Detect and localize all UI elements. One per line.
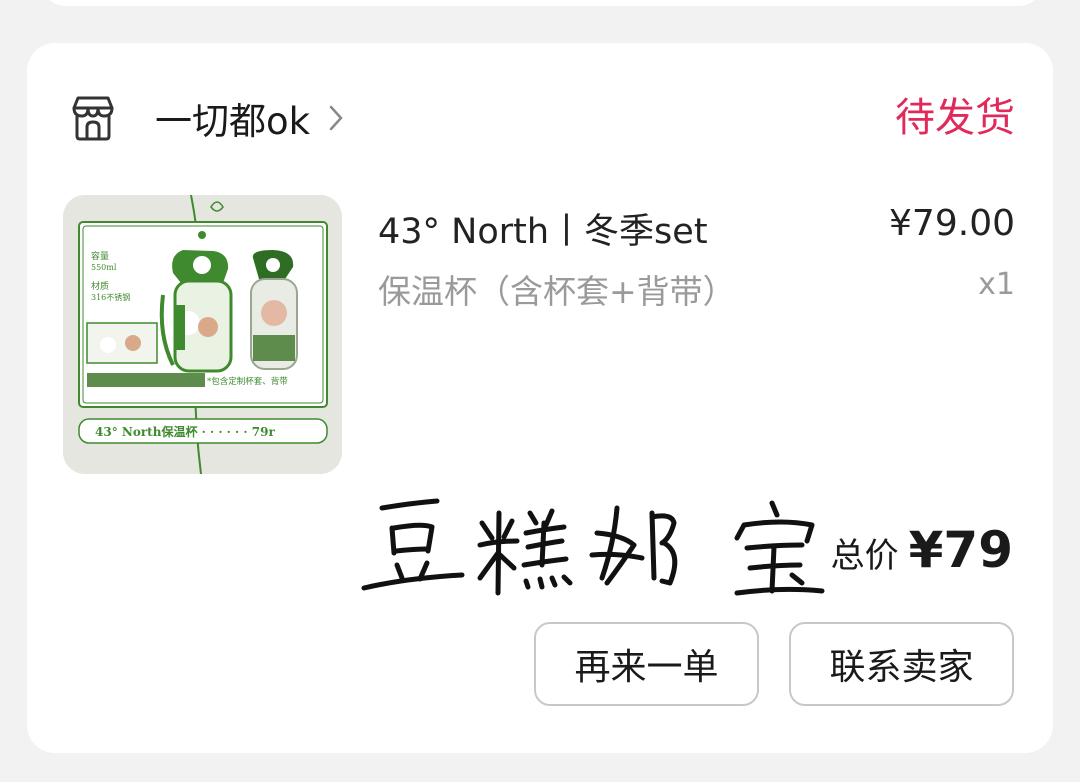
reorder-button[interactable]: 再来一单	[534, 622, 759, 706]
thumb-capacity-label: 容量	[91, 250, 109, 262]
order-card[interactable]: 一切都ok 待发货 容量 550ml 材质 316不锈钢 *包含定制杯套、背带 …	[27, 43, 1053, 753]
contact-seller-button[interactable]: 联系卖家	[789, 622, 1014, 706]
product-variant: 保温杯（含杯套+背带）	[378, 272, 736, 311]
thumb-footer: 43° North保温杯 · · · · · · 79r	[95, 424, 275, 439]
shop-header[interactable]: 一切都ok	[67, 93, 350, 143]
thumb-material-value: 316不锈钢	[91, 292, 130, 302]
thumb-capacity-value: 550ml	[91, 263, 117, 272]
product-quantity: x1	[978, 267, 1015, 302]
shop-icon	[67, 93, 119, 143]
thumb-note: *包含定制杯套、背带	[207, 376, 288, 387]
order-status: 待发货	[895, 95, 1015, 141]
white-bottle-illustration	[250, 250, 298, 370]
total-value: ¥79	[908, 521, 1013, 579]
previous-card-edge	[40, 0, 1044, 6]
thumb-material-label: 材质	[91, 280, 109, 292]
product-thumbnail[interactable]: 容量 550ml 材质 316不锈钢 *包含定制杯套、背带 43° North保…	[63, 195, 342, 474]
chevron-right-icon[interactable]	[328, 103, 350, 133]
product-title[interactable]: 43° North丨冬季set	[378, 203, 708, 254]
total-label: 总价	[830, 536, 899, 576]
shop-name[interactable]: 一切都ok	[155, 91, 310, 145]
handwritten-signature	[361, 498, 825, 596]
order-total: 总价 ¥79	[831, 521, 1013, 579]
product-price: ¥79.00	[889, 203, 1015, 244]
